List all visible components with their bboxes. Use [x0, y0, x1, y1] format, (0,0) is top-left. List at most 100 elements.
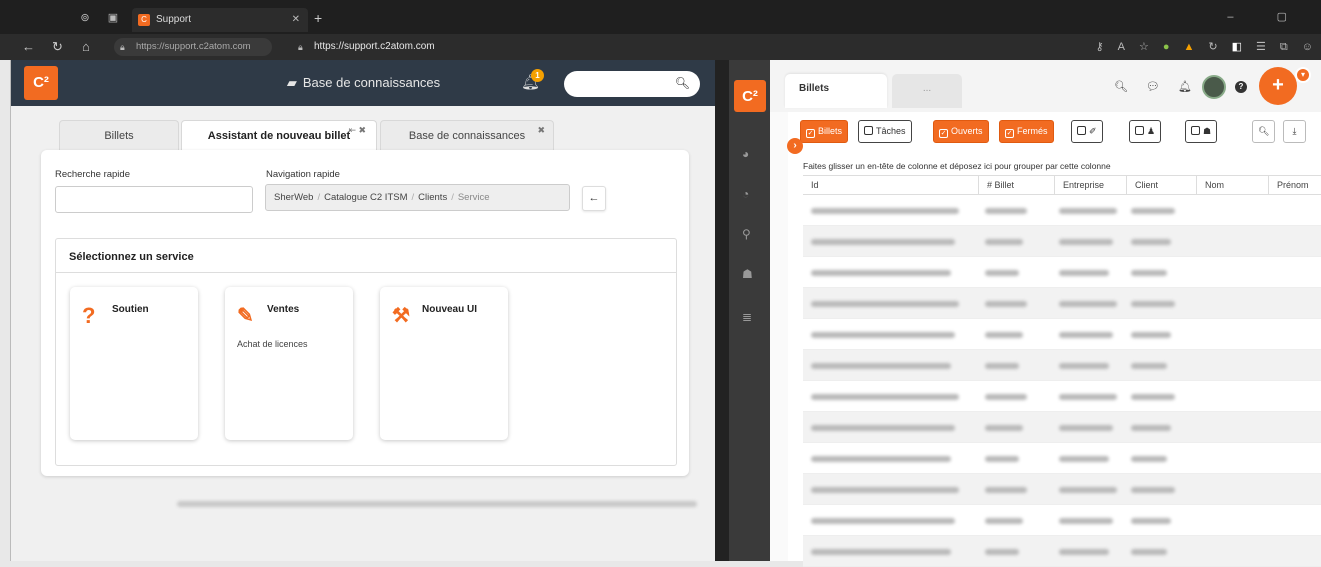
reload-icon[interactable]: ↻ — [52, 39, 63, 55]
table-row[interactable] — [803, 226, 1321, 257]
database-icon[interactable]: ≣ — [742, 310, 752, 324]
search-input[interactable]: 🔍︎ — [564, 71, 700, 97]
users-icon[interactable]: ☗ — [742, 267, 753, 281]
breadcrumb-item[interactable]: SherWeb — [274, 192, 313, 203]
filter-user[interactable]: ♟ — [1129, 120, 1162, 143]
expand-icon[interactable]: › — [787, 138, 803, 154]
search-icon[interactable]: ⚲ — [742, 227, 751, 241]
refresh-icon[interactable]: ↻ — [1208, 38, 1217, 56]
home-icon[interactable]: ⌂ — [82, 39, 90, 55]
breadcrumb-item[interactable]: Clients — [418, 192, 447, 203]
split-divider[interactable] — [715, 60, 729, 561]
redacted-cell — [1131, 301, 1175, 307]
tab-billets[interactable]: Billets — [59, 120, 179, 150]
redacted-cell — [1059, 425, 1113, 431]
avatar[interactable] — [1202, 75, 1226, 99]
select-service-panel: Sélectionnez un service ? Soutien ✎ Vent… — [55, 238, 677, 466]
lock-icon: 🔒︎ — [120, 42, 125, 52]
service-card-ventes[interactable]: ✎ Ventes Achat de licences — [225, 287, 353, 440]
pie-chart-icon[interactable]: ◔ — [742, 187, 749, 201]
tab-actions-icon[interactable]: ▣ — [106, 11, 120, 25]
favorite-star-icon[interactable]: ☆ — [1139, 38, 1149, 56]
redacted-cell — [1059, 456, 1109, 462]
tab-knowledge-base[interactable]: Base de connaissances ✖ — [380, 120, 554, 150]
service-card-nouveau-ui[interactable]: ⚒ Nouveau UI — [380, 287, 508, 440]
redacted-cell — [811, 456, 951, 462]
checkbox-icon — [864, 126, 873, 135]
workspaces-icon[interactable]: ⊚ — [78, 11, 92, 25]
close-tab-icon[interactable]: ✕ — [292, 8, 300, 32]
zoom-button[interactable]: 🔍︎ — [1252, 120, 1275, 143]
redacted-cell — [1059, 239, 1113, 245]
bell-icon[interactable]: 🔔︎ — [1178, 80, 1192, 93]
right-main: Billets ... 🔍︎ 💬︎ 🔔︎ ? + ▾ ✓ Billets Tâch… — [770, 60, 1321, 567]
filter-fermes[interactable]: ✓ Fermés — [999, 120, 1054, 143]
download-button[interactable]: ⤓ — [1283, 120, 1306, 143]
help-icon[interactable]: ? — [1235, 81, 1247, 93]
read-aloud-icon[interactable]: A — [1118, 38, 1125, 56]
table-row[interactable] — [803, 505, 1321, 536]
redacted-cell — [1131, 270, 1167, 276]
filter-ouverts[interactable]: ✓ Ouverts — [933, 120, 989, 143]
add-button[interactable]: + — [1259, 67, 1297, 105]
table-row[interactable] — [803, 443, 1321, 474]
pin-icon[interactable]: ⇤ — [348, 115, 356, 145]
table-row[interactable] — [803, 195, 1321, 226]
back-button[interactable]: ← — [582, 186, 606, 211]
extension-icon[interactable]: ▲ — [1184, 38, 1195, 56]
left-header: C² ▰ Base de connaissances 🔔︎ 1 🔍︎ — [11, 60, 716, 106]
table-row[interactable] — [803, 412, 1321, 443]
key-icon[interactable]: ⚷ — [1096, 38, 1104, 56]
table-row[interactable] — [803, 536, 1321, 567]
table-row[interactable] — [803, 257, 1321, 288]
split-screen-icon[interactable]: ◧ — [1232, 38, 1242, 56]
col-client[interactable]: Client — [1126, 176, 1196, 195]
filter-billets[interactable]: ✓ Billets — [800, 120, 849, 143]
col-prenom[interactable]: Prénom — [1268, 176, 1321, 195]
table-row[interactable] — [803, 319, 1321, 350]
tab-new-ticket-wizard[interactable]: Assistant de nouveau billet ⇤ ✖ — [181, 120, 377, 150]
filter-taches[interactable]: Tâches — [858, 120, 912, 143]
service-name: Ventes — [267, 304, 300, 315]
search-icon[interactable]: 🔍︎ — [675, 76, 690, 90]
table-row[interactable] — [803, 474, 1321, 505]
url-field-right[interactable]: 🔒︎ https://support.c2atom.com — [298, 38, 435, 56]
table-row[interactable] — [803, 288, 1321, 319]
close-icon[interactable]: ✖ — [537, 115, 545, 145]
quick-search-input[interactable] — [55, 186, 253, 213]
c2-logo[interactable]: C² — [734, 80, 766, 112]
profile-icon[interactable]: ☺ — [1302, 38, 1313, 56]
tab-more[interactable]: ... — [892, 74, 962, 108]
dashboard-icon[interactable]: ◕ — [742, 147, 749, 161]
extension-icon[interactable]: ● — [1163, 38, 1170, 56]
redacted-cell — [811, 363, 951, 369]
chevron-down-icon[interactable]: ▾ — [1295, 67, 1311, 83]
redacted-cell — [811, 208, 959, 214]
chat-icon[interactable]: 💬︎ — [1146, 80, 1160, 93]
browser-tab-support[interactable]: C Support ✕ — [132, 8, 308, 32]
collections-icon[interactable]: ⧉ — [1280, 38, 1288, 56]
table-row[interactable] — [803, 350, 1321, 381]
col-nom[interactable]: Nom — [1196, 176, 1268, 195]
redacted-cell — [811, 425, 955, 431]
close-icon[interactable]: ✖ — [358, 115, 366, 145]
breadcrumb-item[interactable]: Catalogue C2 ITSM — [324, 192, 407, 203]
tab-billets[interactable]: Billets — [785, 74, 887, 108]
back-icon[interactable]: ← — [22, 39, 35, 55]
table-row[interactable] — [803, 381, 1321, 412]
eraser-icon: ✐ — [1089, 126, 1097, 136]
redacted-cell — [985, 239, 1023, 245]
col-billet[interactable]: # Billet — [978, 176, 1054, 195]
url-field-left[interactable]: 🔒︎ https://support.c2atom.com — [114, 38, 272, 56]
col-entreprise[interactable]: Entreprise — [1054, 176, 1126, 195]
search-icon[interactable]: 🔍︎ — [1114, 80, 1128, 93]
favorites-icon[interactable]: ☰ — [1256, 38, 1266, 56]
tab-strip: ⊚ ▣ C Support ✕ + – ▢ — [10, 8, 1321, 32]
col-id[interactable]: Id — [803, 176, 978, 195]
filter-users[interactable]: ☗ — [1185, 120, 1218, 143]
redacted-cell — [985, 332, 1023, 338]
new-tab-icon[interactable]: + — [314, 11, 322, 25]
window-controls[interactable]: – ▢ — [1227, 10, 1307, 23]
service-card-soutien[interactable]: ? Soutien — [70, 287, 198, 440]
filter-eraser[interactable]: ✐ — [1071, 120, 1103, 143]
